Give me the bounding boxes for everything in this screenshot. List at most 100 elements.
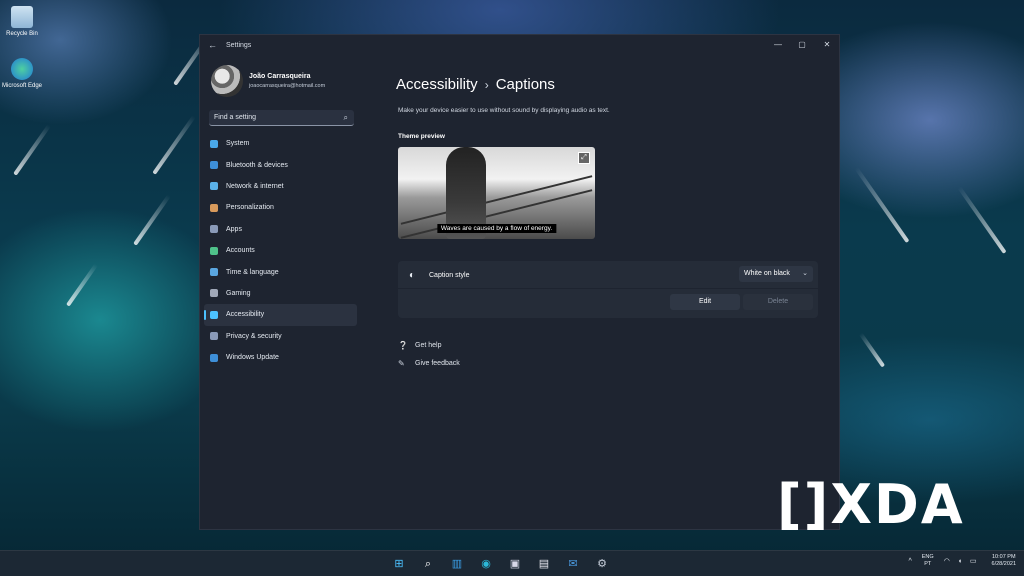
clock[interactable]: 10:07 PM 6/28/2021 (992, 554, 1016, 568)
language-line-2: PT (924, 561, 932, 567)
sidebar-item-network-internet[interactable]: Network & internet (204, 176, 357, 197)
sidebar-item-icon (210, 225, 218, 234)
taskbar-apps: ⊞ ⌕ ▥ ◉ ▣ ▤ ✉ ⚙ (390, 555, 622, 573)
profile-name: João Carrasqueira (249, 73, 311, 80)
theme-preview: ⤢ Waves are caused by a flow of energy. (398, 147, 595, 239)
page-title: Captions (495, 76, 555, 93)
mail-icon[interactable]: ✉ (564, 555, 582, 573)
taskbar: ⊞ ⌕ ▥ ◉ ▣ ▤ ✉ ⚙ ^ ENG PT ◠ ◖ ▭ 10:07 PM 6/28/20… (0, 550, 1024, 576)
preview-caption: Waves are caused by a flow of energy. (436, 224, 557, 233)
photos-icon[interactable]: ▣ (506, 555, 524, 573)
settings-window: ← Settings — ▢ ✕ João Carrasqueira joaoc… (199, 34, 840, 530)
sidebar-item-icon (210, 182, 218, 191)
desktop-icon-label: Microsoft Edge (1, 83, 43, 89)
clock-time: 10:07 PM (991, 554, 1016, 560)
language-line-1: ENG (921, 554, 934, 560)
xda-watermark: []XDA (777, 473, 965, 536)
wallpaper-streak (854, 166, 910, 244)
preview-expand-icon[interactable]: ⤢ (578, 152, 590, 164)
sidebar-item-icon (210, 203, 218, 212)
sidebar-item-label: Gaming (226, 289, 251, 297)
preview-rail (400, 175, 593, 225)
delete-button[interactable]: Delete (743, 294, 813, 310)
edit-button[interactable]: Edit (670, 294, 740, 310)
breadcrumb: Accessibility › Captions (396, 76, 555, 93)
desktop-icon-label: Recycle Bin (6, 31, 38, 37)
sidebar-item-icon (210, 161, 218, 170)
sidebar-item-label: Personalization (226, 204, 274, 212)
edge-icon (11, 58, 33, 80)
search-icon[interactable]: ⌕ (344, 113, 348, 123)
avatar (211, 65, 243, 97)
page-description: Make your device easier to use without s… (398, 107, 610, 114)
sidebar-item-personalization[interactable]: Personalization (204, 197, 357, 218)
sidebar-item-label: Network & internet (226, 182, 284, 190)
sidebar-item-label: Bluetooth & devices (226, 161, 288, 169)
sidebar-item-label: Apps (226, 225, 242, 233)
sidebar-item-system[interactable]: System (204, 133, 357, 154)
main-content: Accessibility › Captions Make your device … (396, 35, 839, 529)
sidebar-item-gaming[interactable]: Gaming (204, 283, 357, 304)
clock-date: 6/28/2021 (991, 561, 1016, 567)
breadcrumb-separator-icon: › (484, 78, 489, 92)
sidebar-item-label: System (226, 140, 250, 148)
profile-email: joaocarrasqueira@hotmail.com (249, 83, 326, 89)
sidebar-item-label: Accounts (226, 247, 255, 255)
sidebar-item-label: Windows Update (226, 354, 279, 362)
wallpaper-streak (957, 186, 1007, 254)
sidebar-item-icon (210, 310, 218, 319)
sidebar-item-label: Time & language (226, 268, 279, 276)
caption-style-dropdown[interactable]: White on black ⌄ (739, 266, 813, 282)
sidebar-item-icon (210, 289, 218, 298)
wallpaper-streak (66, 263, 98, 307)
language-indicator[interactable]: ENG PT (922, 554, 934, 568)
start-icon[interactable]: ⊞ (390, 555, 408, 573)
sidebar-item-windows-update[interactable]: Windows Update (204, 347, 357, 368)
search-placeholder: Find a setting (214, 114, 257, 121)
card-divider (398, 288, 818, 289)
sidebar-item-icon (210, 332, 218, 341)
theme-preview-label: Theme preview (398, 133, 445, 140)
sidebar-item-label: Privacy & security (226, 332, 282, 340)
help-links: ❔ Get help ✎ Give feedback (398, 336, 460, 372)
sidebar-item-time-language[interactable]: Time & language (204, 261, 357, 282)
give-feedback-label: Give feedback (415, 359, 460, 367)
sidebar-item-privacy-security[interactable]: Privacy & security (204, 326, 357, 347)
store-icon[interactable]: ▤ (535, 555, 553, 573)
give-feedback-link[interactable]: ✎ Give feedback (398, 354, 460, 372)
wallpaper-streak (152, 115, 196, 175)
feedback-icon: ✎ (398, 358, 405, 368)
sidebar-item-label: Accessibility (226, 311, 265, 319)
settings-icon[interactable]: ⚙ (593, 555, 611, 573)
desktop-icon-edge[interactable]: Microsoft Edge (0, 58, 44, 90)
recycle-bin-icon (11, 6, 33, 28)
sidebar-item-bluetooth-devices[interactable]: Bluetooth & devices (204, 154, 357, 175)
sidebar-item-accounts[interactable]: Accounts (204, 240, 357, 261)
widgets-icon[interactable]: ▥ (448, 555, 466, 573)
get-help-link[interactable]: ❔ Get help (398, 336, 460, 354)
edge-icon[interactable]: ◉ (477, 555, 495, 573)
sidebar-item-apps[interactable]: Apps (204, 219, 357, 240)
back-arrow-icon[interactable]: ← (208, 40, 217, 50)
sidebar-nav: System Bluetooth & devices Network & inter… (204, 133, 357, 368)
search-icon[interactable]: ⌕ (419, 555, 437, 573)
wallpaper-streak (13, 124, 51, 176)
sidebar-item-icon (210, 246, 218, 255)
sidebar-item-accessibility[interactable]: Accessibility (204, 304, 357, 326)
caption-style-value: White on black (744, 270, 790, 277)
sidebar-item-icon (210, 139, 218, 148)
tray-overflow-chevron-icon[interactable]: ^ (908, 558, 911, 565)
wallpaper-streak (133, 194, 171, 246)
caption-style-label: Caption style (429, 272, 470, 279)
breadcrumb-parent[interactable]: Accessibility (396, 76, 478, 93)
caption-style-card: ◐ Caption style White on black ⌄ Edit De… (398, 261, 818, 318)
search-input[interactable]: Find a setting ⌕ (209, 110, 354, 126)
help-icon: ❔ (398, 340, 408, 350)
sidebar-item-icon (210, 353, 218, 362)
wallpaper-streak (858, 332, 886, 368)
system-tray: ^ ENG PT ◠ ◖ ▭ 10:07 PM 6/28/2021 (908, 554, 1016, 568)
caption-style-icon: ◐ (409, 270, 416, 281)
desktop-icon-recycle-bin[interactable]: Recycle Bin (0, 6, 44, 38)
network-volume-battery-icon[interactable]: ◠ ◖ ▭ (944, 557, 980, 565)
chevron-down-icon: ⌄ (802, 270, 808, 277)
